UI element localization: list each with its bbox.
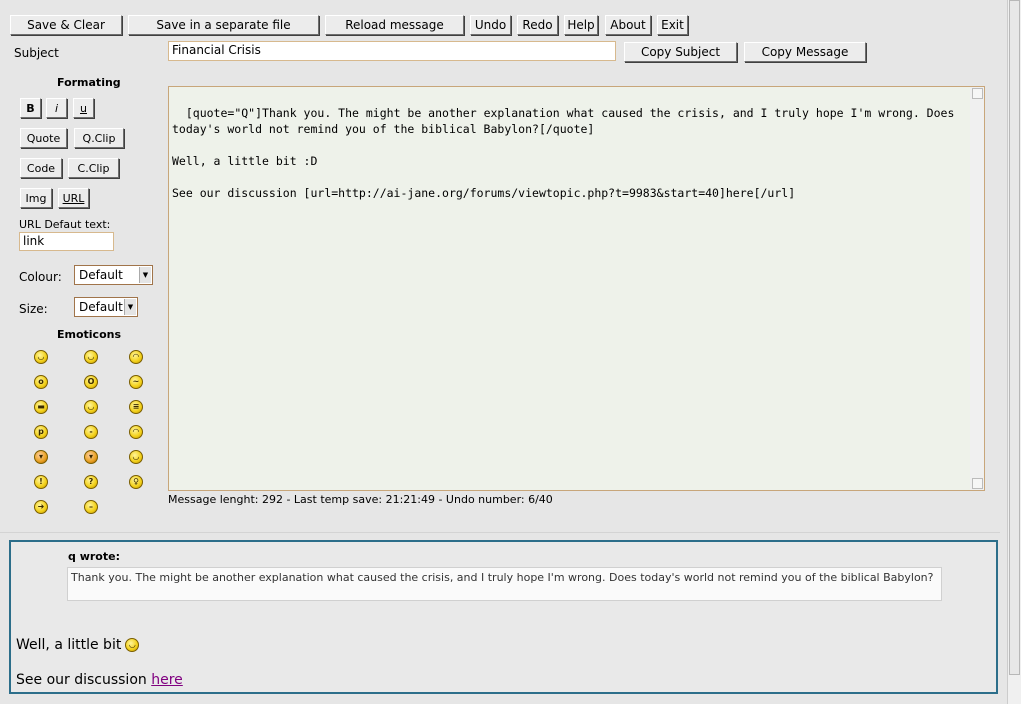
bold-button[interactable]: B	[20, 98, 41, 118]
help-button[interactable]: Help	[564, 15, 598, 35]
question-icon[interactable]: ?	[84, 475, 98, 489]
cclip-button[interactable]: C.Clip	[68, 158, 119, 178]
quote-author: q wrote:	[68, 550, 120, 563]
page-scrollbar[interactable]	[1007, 0, 1021, 704]
url-default-label: URL Defaut text:	[19, 218, 111, 231]
mad-icon[interactable]: ≡	[129, 400, 143, 414]
subject-input[interactable]: Financial Crisis	[168, 41, 616, 61]
subject-label: Subject	[14, 46, 59, 60]
save-clear-button[interactable]: Save & Clear	[10, 15, 122, 35]
message-editor-text[interactable]: [quote="Q"]Thank you. The might be anoth…	[172, 106, 961, 200]
emoticons-heading: Emoticons	[57, 328, 122, 341]
arrow-icon[interactable]: ➜	[34, 500, 48, 514]
embarrassed-icon[interactable]: -	[84, 425, 98, 439]
message-editor[interactable]: [quote="Q"]Thank you. The might be anoth…	[168, 86, 985, 491]
size-select-value: Default	[79, 300, 123, 314]
about-button[interactable]: About	[605, 15, 651, 35]
divider	[0, 532, 1000, 533]
editor-status: Message lenght: 292 - Last temp save: 21…	[168, 493, 553, 506]
copy-subject-button[interactable]: Copy Subject	[624, 42, 737, 62]
preview-line-1-text: Well, a little bit	[16, 637, 122, 653]
copy-message-button[interactable]: Copy Message	[744, 42, 866, 62]
surprised-icon[interactable]: o	[34, 375, 48, 389]
preview-line-2-text: See our discussion	[16, 672, 152, 688]
formatting-heading: Formating	[57, 76, 121, 89]
colour-select-value: Default	[79, 268, 123, 282]
twisted-evil-icon[interactable]: ▾	[84, 450, 98, 464]
quote-box: Thank you. The might be another explanat…	[67, 567, 942, 601]
redo-button[interactable]: Redo	[517, 15, 558, 35]
exclamation-icon[interactable]: !	[34, 475, 48, 489]
size-select[interactable]: Default ▼	[74, 297, 138, 317]
url-button[interactable]: URL	[58, 188, 89, 208]
cool-icon[interactable]: ▬	[34, 400, 48, 414]
razz-icon[interactable]: p	[34, 425, 48, 439]
qclip-button[interactable]: Q.Clip	[74, 128, 124, 148]
save-separate-file-button[interactable]: Save in a separate file	[128, 15, 319, 35]
confused-icon[interactable]: ~	[129, 375, 143, 389]
undo-button[interactable]: Undo	[470, 15, 511, 35]
idea-icon[interactable]: ♀	[129, 475, 143, 489]
scroll-down-icon[interactable]	[972, 478, 983, 489]
preview-line-2: See our discussion here	[16, 672, 183, 688]
chevron-down-icon[interactable]: ▼	[139, 267, 151, 283]
very-happy-icon[interactable]: ◡	[34, 350, 48, 364]
size-label: Size:	[19, 302, 48, 316]
quote-button[interactable]: Quote	[20, 128, 67, 148]
editor-scrollbar[interactable]	[970, 87, 984, 490]
colour-label: Colour:	[19, 270, 62, 284]
crying-icon[interactable]: ◠	[129, 425, 143, 439]
neutral-icon[interactable]: –	[84, 500, 98, 514]
sad-icon[interactable]: ◠	[129, 350, 143, 364]
preview-line-1: Well, a little bit ◡	[16, 637, 140, 653]
message-preview: q wrote: Thank you. The might be another…	[9, 540, 998, 694]
exit-button[interactable]: Exit	[657, 15, 688, 35]
discussion-link[interactable]: here	[151, 672, 183, 688]
wink-icon[interactable]: ◡	[129, 450, 143, 464]
italic-button[interactable]: i	[46, 98, 67, 118]
code-button[interactable]: Code	[20, 158, 62, 178]
laughing-icon[interactable]: ◡	[84, 400, 98, 414]
page-scrollbar-thumb[interactable]	[1009, 0, 1020, 675]
scroll-up-icon[interactable]	[972, 88, 983, 99]
img-button[interactable]: Img	[20, 188, 52, 208]
chevron-down-icon[interactable]: ▼	[124, 299, 136, 315]
evil-icon[interactable]: ▾	[34, 450, 48, 464]
smile-icon[interactable]: ◡	[84, 350, 98, 364]
colour-select[interactable]: Default ▼	[74, 265, 153, 285]
reload-message-button[interactable]: Reload message	[325, 15, 464, 35]
quote-text: Thank you. The might be another explanat…	[71, 571, 934, 584]
underline-button[interactable]: u	[73, 98, 94, 118]
url-default-input[interactable]: link	[19, 232, 114, 251]
shocked-icon[interactable]: O	[84, 375, 98, 389]
very-happy-icon: ◡	[125, 638, 140, 652]
